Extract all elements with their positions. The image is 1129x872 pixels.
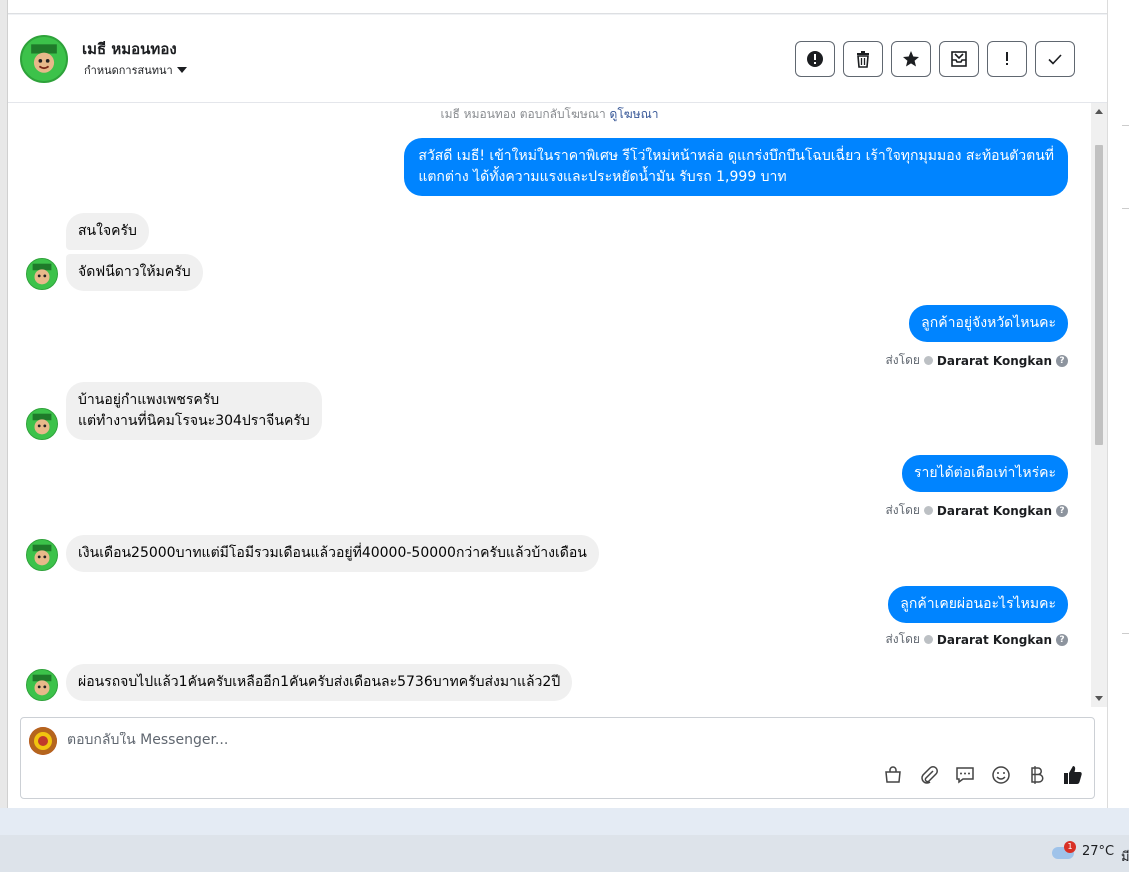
message-text: เงินเดือน25000บาทแต่มีโอมีรวมเดือนแล้วอย… xyxy=(78,545,587,561)
sent-by-line: ส่งโดย Dararat Kongkan ? xyxy=(885,630,1068,649)
weather-widget[interactable]: 1 27°C xyxy=(1052,841,1115,859)
page-avatar xyxy=(29,727,57,755)
message-text: รายได้ต่อเดือเท่าไหร่คะ xyxy=(913,465,1056,481)
composer-toolbar xyxy=(882,764,1084,786)
delete-button[interactable] xyxy=(843,41,883,77)
contact-avatar-small xyxy=(26,258,58,290)
top-strip xyxy=(8,0,1107,14)
report-button[interactable] xyxy=(795,41,835,77)
message-bubble-incoming: ผ่อนรถจบไปแล้ว1คันครับเหลืออีก1คันครับส่… xyxy=(66,664,573,701)
sent-by-line: ส่งโดย Dararat Kongkan ? xyxy=(885,501,1068,520)
conversation-settings-label: กำหนดการสนทนา xyxy=(84,64,173,77)
archive-button[interactable] xyxy=(939,41,979,77)
message-bubble-outgoing: รายได้ต่อเดือเท่าไหร่คะ xyxy=(901,455,1068,492)
exclamation-icon xyxy=(1006,52,1008,65)
emoji-icon xyxy=(992,766,1010,784)
saved-reply-icon xyxy=(956,767,974,784)
action-toolbar xyxy=(795,41,1075,77)
message-bubble-incoming: บ้านอยู่กำแพงเพชรครับแต่ทำงานที่นิคมโรจน… xyxy=(66,382,322,440)
mark-done-button[interactable] xyxy=(1035,41,1075,77)
mark-important-button[interactable] xyxy=(987,41,1027,77)
message-bubble-incoming: สนใจครับ xyxy=(66,213,149,250)
verified-icon xyxy=(923,356,933,365)
scroll-up-arrow-icon[interactable] xyxy=(1095,109,1103,114)
message-text: สนใจครับ xyxy=(78,223,137,239)
contact-name[interactable]: เมธี หมอนทอง xyxy=(82,37,177,61)
payment-button[interactable] xyxy=(1026,764,1048,786)
message-line: แตกต่าง ได้ทั้งความแรงและประหยัดน้ำมัน ร… xyxy=(418,169,787,185)
message-line: บ้านอยู่กำแพงเพชรครับ xyxy=(78,392,220,408)
thread-scrollbar[interactable] xyxy=(1091,103,1107,707)
conversation-settings-dropdown[interactable]: กำหนดการสนทนา xyxy=(84,61,187,79)
conversation-header: เมธี หมอนทอง กำหนดการสนทนา xyxy=(8,15,1107,103)
message-text: บ้านอยู่กำแพงเพชรครับแต่ทำงานที่นิคมโรจน… xyxy=(78,390,310,432)
message-line: สวัสดี เมธี! เข้าใหม่ในราคาพิเศษ รีโว่ให… xyxy=(418,148,1054,164)
desktop-band xyxy=(0,808,1129,835)
message-bubble-outgoing: ลูกค้าอยู่จังหวัดไหนคะ xyxy=(909,305,1068,342)
windows-taskbar xyxy=(0,835,1129,872)
message-line: แต่ทำงานที่นิคมโรจนะ304ปราจีนครับ xyxy=(78,413,310,429)
message-text: ผ่อนรถจบไปแล้ว1คันครับเหลืออีก1คันครับส่… xyxy=(78,674,561,690)
help-icon[interactable]: ? xyxy=(1056,504,1068,517)
alert-circle-icon xyxy=(807,51,823,67)
scroll-down-arrow-icon[interactable] xyxy=(1095,696,1103,701)
message-bubble-outgoing: สวัสดี เมธี! เข้าใหม่ในราคาพิเศษ รีโว่ให… xyxy=(404,138,1068,196)
ad-reply-note: เมธี หมอนทอง ตอบกลับโฆษณา ดูโฆษณา xyxy=(8,105,1091,124)
shop-button[interactable] xyxy=(882,764,904,786)
scrollbar-thumb[interactable] xyxy=(1095,145,1103,445)
temperature-text: 27°C xyxy=(1082,843,1115,859)
contact-avatar-small xyxy=(26,408,58,440)
archive-icon xyxy=(951,51,967,67)
saved-reply-button[interactable] xyxy=(954,764,976,786)
message-text: ลูกค้าเคยผ่อนอะไรไหมคะ xyxy=(900,596,1056,612)
caret-down-icon xyxy=(176,67,187,73)
sent-by-line: ส่งโดย Dararat Kongkan ? xyxy=(885,351,1068,370)
verified-icon xyxy=(923,506,933,515)
message-bubble-outgoing: ลูกค้าเคยผ่อนอะไรไหมคะ xyxy=(888,586,1068,623)
like-button[interactable] xyxy=(1062,764,1084,786)
sender-name: Dararat Kongkan xyxy=(936,632,1052,647)
left-edge xyxy=(0,0,8,808)
message-bubble-incoming: จัดฟนีดาวให้มครับ xyxy=(66,254,203,291)
attach-icon xyxy=(921,766,938,784)
contact-avatar[interactable] xyxy=(20,35,68,83)
message-text: ลูกค้าอยู่จังหวัดไหนคะ xyxy=(921,315,1056,331)
taskbar-date-fragment: มี xyxy=(1121,850,1129,865)
reply-composer xyxy=(20,717,1095,799)
star-button[interactable] xyxy=(891,41,931,77)
shop-icon xyxy=(885,766,901,783)
verified-icon xyxy=(923,635,933,644)
cloud-icon: 1 xyxy=(1052,841,1076,859)
sender-name: Dararat Kongkan xyxy=(936,353,1052,368)
attach-button[interactable] xyxy=(918,764,940,786)
notification-badge: 1 xyxy=(1064,841,1076,853)
message-thread: เมธี หมอนทอง ตอบกลับโฆษณา ดูโฆษณา สวัสดี… xyxy=(8,103,1091,707)
help-icon[interactable]: ? xyxy=(1056,633,1068,646)
baht-icon xyxy=(1031,766,1044,784)
message-bubble-incoming: เงินเดือน25000บาทแต่มีโอมีรวมเดือนแล้วอย… xyxy=(66,535,599,572)
sent-by-label: ส่งโดย xyxy=(885,632,920,646)
sent-by-label: ส่งโดย xyxy=(885,353,920,367)
sender-name: Dararat Kongkan xyxy=(936,503,1052,518)
message-text: สวัสดี เมธี! เข้าใหม่ในราคาพิเศษ รีโว่ให… xyxy=(418,146,1054,188)
contact-avatar-small xyxy=(26,539,58,571)
help-icon[interactable]: ? xyxy=(1056,354,1068,367)
contact-avatar-small xyxy=(26,669,58,701)
trash-icon xyxy=(857,51,869,68)
conversation-panel: เมธี หมอนทอง กำหนดการสนทนา เมธี หมอนทอง … xyxy=(8,15,1107,810)
check-icon xyxy=(1048,54,1062,65)
reply-input[interactable] xyxy=(67,732,967,748)
like-icon xyxy=(1064,766,1082,784)
star-icon xyxy=(903,51,919,67)
emoji-button[interactable] xyxy=(990,764,1012,786)
sent-by-label: ส่งโดย xyxy=(885,503,920,517)
view-ad-link[interactable]: ดูโฆษณา xyxy=(610,107,659,121)
ad-reply-text: เมธี หมอนทอง ตอบกลับโฆษณา xyxy=(440,107,606,121)
message-text: จัดฟนีดาวให้มครับ xyxy=(78,264,191,280)
right-edge xyxy=(1107,0,1129,808)
